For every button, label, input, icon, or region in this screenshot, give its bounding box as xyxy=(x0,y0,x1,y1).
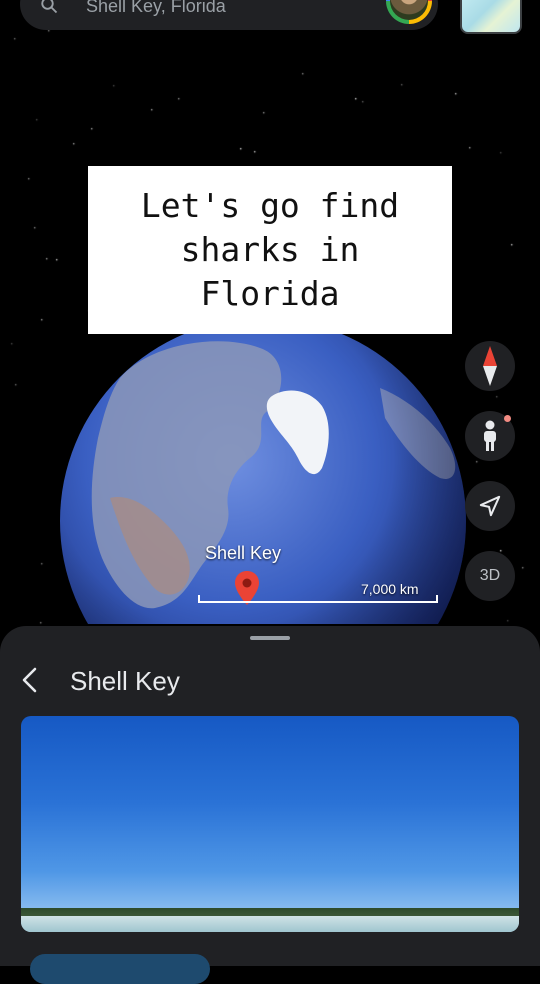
place-label[interactable]: Shell Key xyxy=(205,543,281,564)
compass-icon xyxy=(483,346,497,386)
caption-text: Let's go find sharks in Florida xyxy=(140,186,400,313)
caption-overlay: Let's go find sharks in Florida xyxy=(88,166,452,334)
search-icon[interactable] xyxy=(40,0,58,14)
place-bottom-sheet[interactable]: Shell Key xyxy=(0,626,540,984)
search-bar[interactable]: Shell Key, Florida xyxy=(20,0,438,30)
avatar-photo xyxy=(390,0,428,20)
compass-button[interactable] xyxy=(465,341,515,391)
street-view-button[interactable] xyxy=(465,411,515,461)
scale-bar xyxy=(198,595,438,603)
photo-beach xyxy=(21,916,519,932)
notification-dot xyxy=(504,415,511,422)
my-location-button[interactable] xyxy=(465,481,515,531)
place-photo[interactable] xyxy=(21,716,519,932)
search-query[interactable]: Shell Key, Florida xyxy=(86,0,226,17)
pegman-icon xyxy=(484,420,496,451)
3d-label: 3D xyxy=(479,567,501,584)
globe-graphic xyxy=(60,318,466,624)
back-button[interactable] xyxy=(14,664,46,696)
sheet-title: Shell Key xyxy=(70,666,180,696)
3d-toggle-button[interactable]: 3D xyxy=(465,551,515,601)
globe[interactable] xyxy=(60,318,466,624)
map-style-thumbnail[interactable] xyxy=(460,0,522,34)
back-arrow-icon xyxy=(22,667,37,693)
locate-icon xyxy=(479,495,501,517)
bottom-action-chip[interactable] xyxy=(30,954,210,984)
drag-handle[interactable] xyxy=(250,636,290,640)
